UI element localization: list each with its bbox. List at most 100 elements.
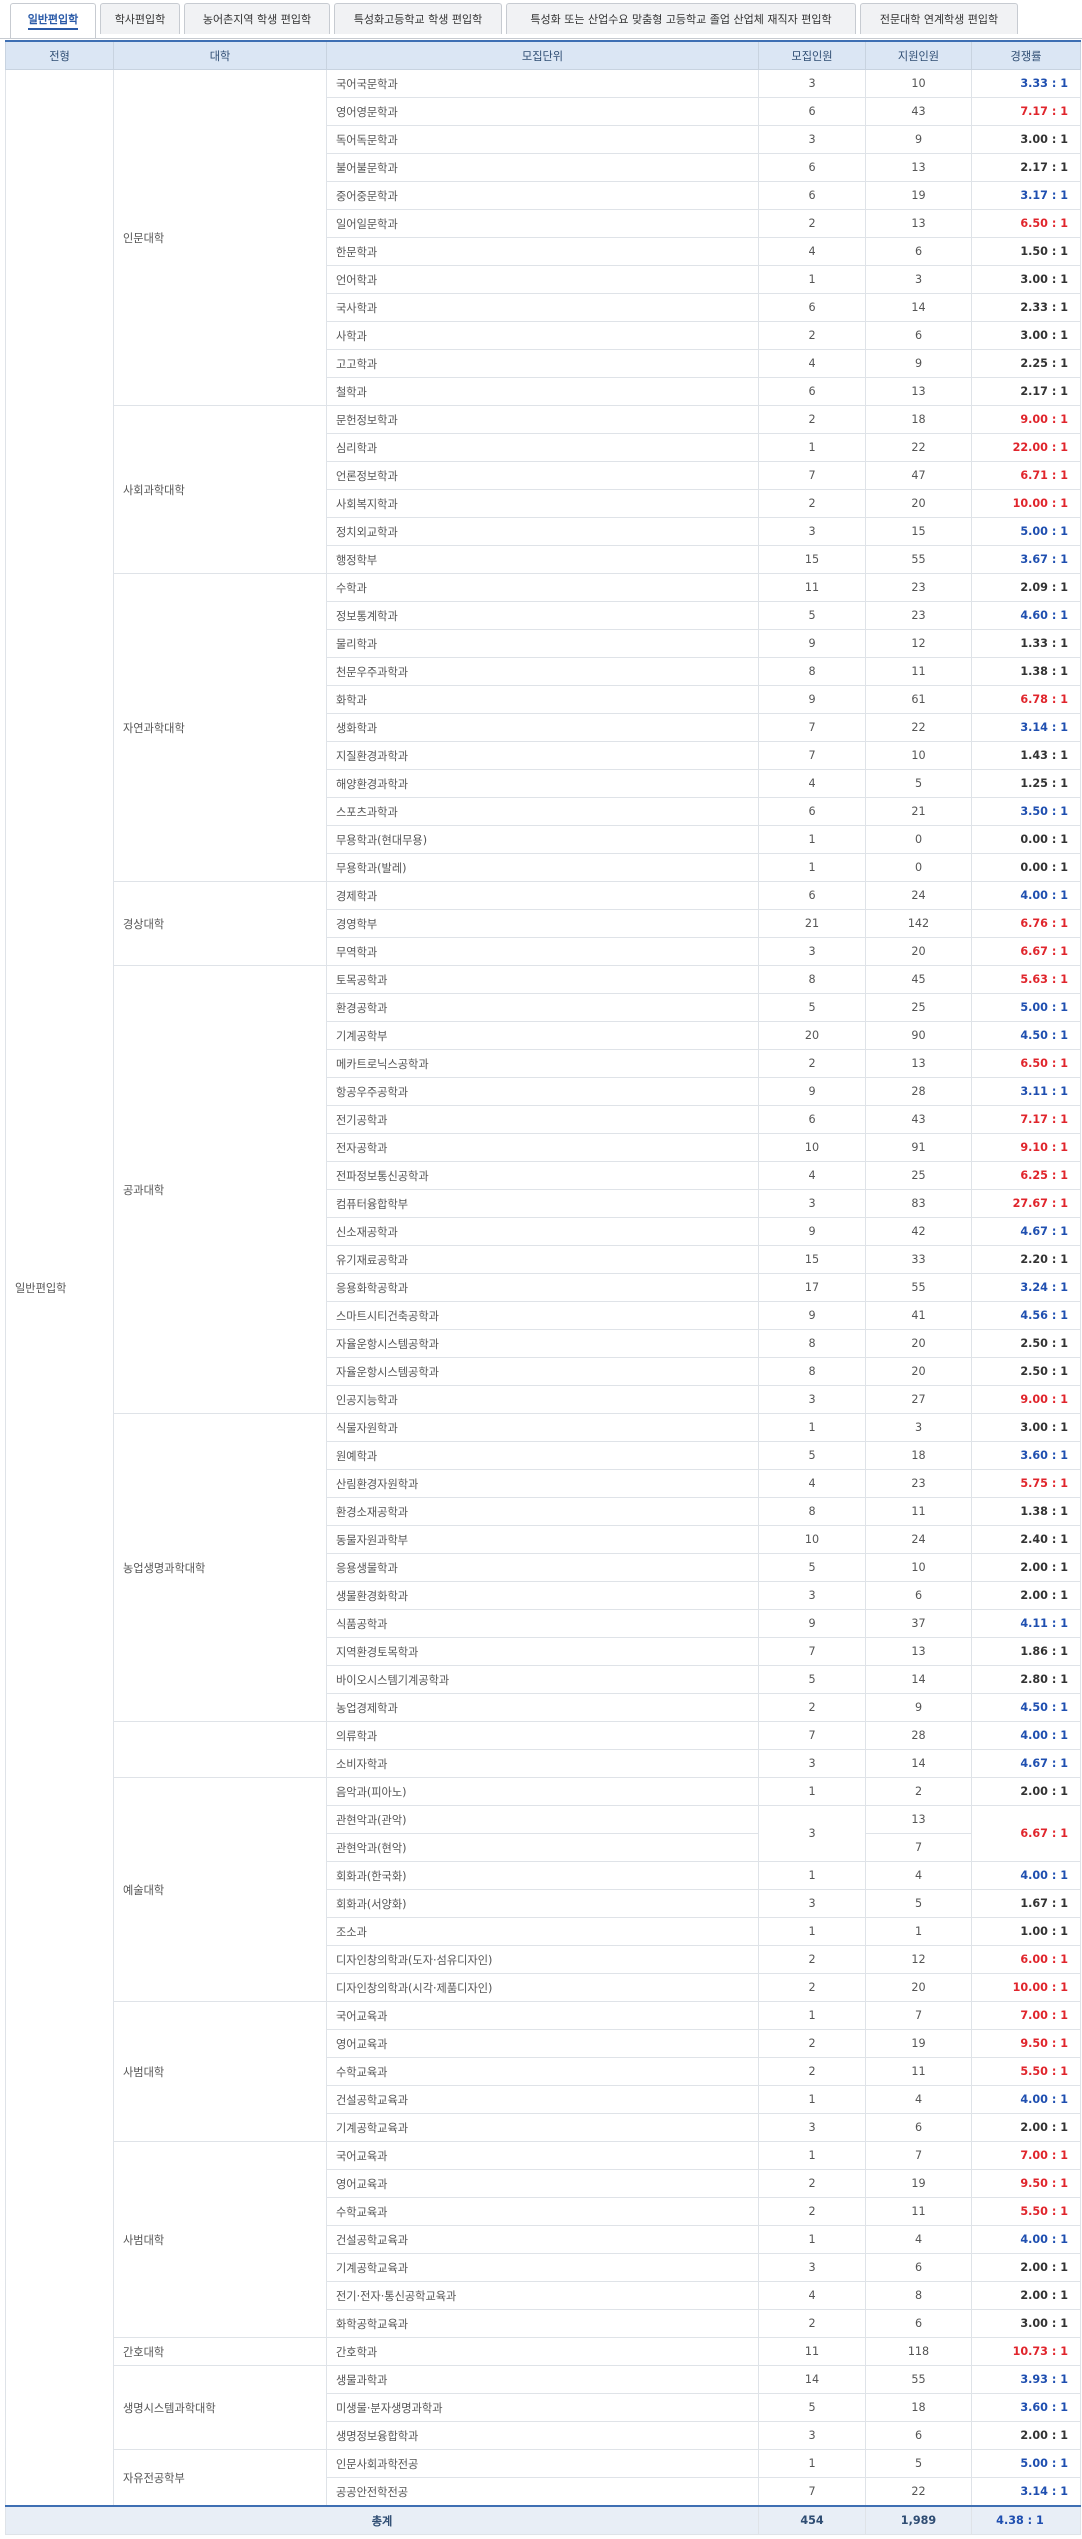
tab-junior-college-transfer[interactable]: 전문대학 연계학생 편입학 — [860, 3, 1018, 34]
ratio-cell: 3.00 : 1 — [971, 125, 1081, 154]
applied-cell: 5 — [865, 2449, 972, 2478]
recruit-cell: 7 — [758, 2477, 866, 2507]
unit-cell: 디자인창의학과(도자·섬유디자인) — [326, 1945, 759, 1974]
applied-cell: 22 — [865, 2477, 972, 2507]
ratio-cell: 2.80 : 1 — [971, 1665, 1081, 1694]
recruit-cell: 5 — [758, 2393, 866, 2422]
track-cell: 일반편입학 — [5, 69, 114, 2507]
ratio-cell: 5.00 : 1 — [971, 993, 1081, 1022]
recruit-cell: 14 — [758, 2365, 866, 2394]
ratio-cell: 2.50 : 1 — [971, 1357, 1081, 1386]
table-header-row: 전형 대학 모집단위 모집인원 지원인원 경쟁률 — [5, 40, 1081, 70]
recruit-cell: 1 — [758, 1917, 866, 1946]
total-row: 총계 454 1,989 4.38 : 1 — [5, 2505, 1081, 2535]
recruit-cell: 3 — [758, 1581, 866, 1610]
recruit-cell: 1 — [758, 1413, 866, 1442]
tab-divider — [0, 38, 1082, 39]
ratio-cell: 10.00 : 1 — [971, 1973, 1081, 2002]
applied-cell: 22 — [865, 713, 972, 742]
recruit-cell: 5 — [758, 601, 866, 630]
applied-cell: 90 — [865, 1021, 972, 1050]
recruit-cell: 2 — [758, 2169, 866, 2198]
ratio-cell: 3.50 : 1 — [971, 797, 1081, 826]
unit-cell: 영어교육과 — [326, 2029, 759, 2058]
recruit-cell: 2 — [758, 405, 866, 434]
applied-cell: 11 — [865, 2057, 972, 2086]
unit-cell: 지역환경토목학과 — [326, 1637, 759, 1666]
ratio-cell: 2.09 : 1 — [971, 573, 1081, 602]
applied-cell: 15 — [865, 517, 972, 546]
ratio-cell: 1.86 : 1 — [971, 1637, 1081, 1666]
ratio-cell: 6.78 : 1 — [971, 685, 1081, 714]
ratio-cell: 6.50 : 1 — [971, 1049, 1081, 1078]
ratio-cell: 2.00 : 1 — [971, 2113, 1081, 2142]
recruit-cell: 8 — [758, 1497, 866, 1526]
unit-cell: 전파정보통신공학과 — [326, 1161, 759, 1190]
recruit-cell: 6 — [758, 797, 866, 826]
ratio-cell: 9.50 : 1 — [971, 2029, 1081, 2058]
recruit-cell: 6 — [758, 1105, 866, 1134]
unit-cell: 심리학과 — [326, 433, 759, 462]
ratio-cell: 3.14 : 1 — [971, 713, 1081, 742]
unit-cell: 화학과 — [326, 685, 759, 714]
ratio-cell: 0.00 : 1 — [971, 825, 1081, 854]
applied-cell: 21 — [865, 797, 972, 826]
applied-cell: 6 — [865, 2309, 972, 2338]
tab-industry-worker-transfer[interactable]: 특성화 또는 산업수요 맞춤형 고등학교 졸업 산업체 재직자 편입학 — [506, 3, 856, 34]
applied-cell: 18 — [865, 2393, 972, 2422]
applied-cell: 10 — [865, 741, 972, 770]
table-row: 의류학과 7 28 4.00 : 1 — [6, 1721, 1081, 1778]
ratio-cell: 2.33 : 1 — [971, 293, 1081, 322]
table-row: 공과대학 토목공학과 8 45 5.63 : 1 — [6, 965, 1081, 1414]
ratio-cell: 3.60 : 1 — [971, 2393, 1081, 2422]
recruit-cell: 2 — [758, 1049, 866, 1078]
tab-general-transfer[interactable]: 일반편입학 — [10, 3, 96, 38]
unit-cell: 기계공학부 — [326, 1021, 759, 1050]
ratio-cell: 4.50 : 1 — [971, 1693, 1081, 1722]
unit-cell: 간호학과 — [326, 2337, 759, 2366]
recruit-cell: 2 — [758, 489, 866, 518]
applied-cell: 13 — [865, 377, 972, 406]
applied-cell: 20 — [865, 1357, 972, 1386]
recruit-cell: 3 — [758, 69, 866, 98]
tab-specialized-hs-transfer[interactable]: 특성화고등학교 학생 편입학 — [334, 3, 502, 34]
unit-cell: 자율운항시스템공학과 — [326, 1357, 759, 1386]
ratio-cell: 3.24 : 1 — [971, 1273, 1081, 1302]
recruit-cell: 1 — [758, 825, 866, 854]
applied-cell: 1 — [865, 1917, 972, 1946]
applied-cell: 20 — [865, 489, 972, 518]
ratio-cell: 2.00 : 1 — [971, 1581, 1081, 1610]
ratio-cell: 0.00 : 1 — [971, 853, 1081, 882]
ratio-cell: 4.67 : 1 — [971, 1749, 1081, 1778]
recruit-cell: 3 — [758, 2253, 866, 2282]
ratio-cell: 3.93 : 1 — [971, 2365, 1081, 2394]
applied-cell: 20 — [865, 1973, 972, 2002]
applied-cell: 8 — [865, 2281, 972, 2310]
applied-cell: 7 — [865, 2141, 972, 2170]
tab-bachelor-transfer[interactable]: 학사편입학 — [100, 3, 180, 34]
table-row: 생명시스템과학대학 생물과학과 14 55 3.93 : 1 — [6, 2365, 1081, 2450]
applied-cell: 19 — [865, 181, 972, 210]
unit-cell: 전기·전자·통신공학교육과 — [326, 2281, 759, 2310]
recruit-cell: 1 — [758, 433, 866, 462]
recruit-cell: 3 — [758, 1749, 866, 1778]
ratio-cell: 5.50 : 1 — [971, 2057, 1081, 2086]
college-cell: 인문대학 — [113, 69, 327, 406]
college-cell: 공과대학 — [113, 965, 327, 1414]
recruit-cell: 4 — [758, 2281, 866, 2310]
unit-cell: 회화과(한국화) — [326, 1861, 759, 1890]
ratio-cell: 6.67 : 1 — [971, 937, 1081, 966]
college-cell: 농업생명과학대학 — [113, 1413, 327, 1722]
unit-cell: 전자공학과 — [326, 1133, 759, 1162]
unit-cell: 소비자학과 — [326, 1749, 759, 1778]
applied-cell: 83 — [865, 1189, 972, 1218]
recruit-cell: 8 — [758, 1357, 866, 1386]
unit-cell: 자율운항시스템공학과 — [326, 1329, 759, 1358]
recruit-cell: 1 — [758, 1777, 866, 1806]
tab-rural-transfer[interactable]: 농어촌지역 학생 편입학 — [184, 3, 330, 34]
recruit-cell: 1 — [758, 265, 866, 294]
applied-cell: 142 — [865, 909, 972, 938]
ratio-cell: 1.33 : 1 — [971, 629, 1081, 658]
table-row: 일반편입학 인문대학 국어국문학과 3 10 3.33 : 1 — [5, 69, 1081, 2507]
college-cell: 자유전공학부 — [113, 2449, 327, 2507]
